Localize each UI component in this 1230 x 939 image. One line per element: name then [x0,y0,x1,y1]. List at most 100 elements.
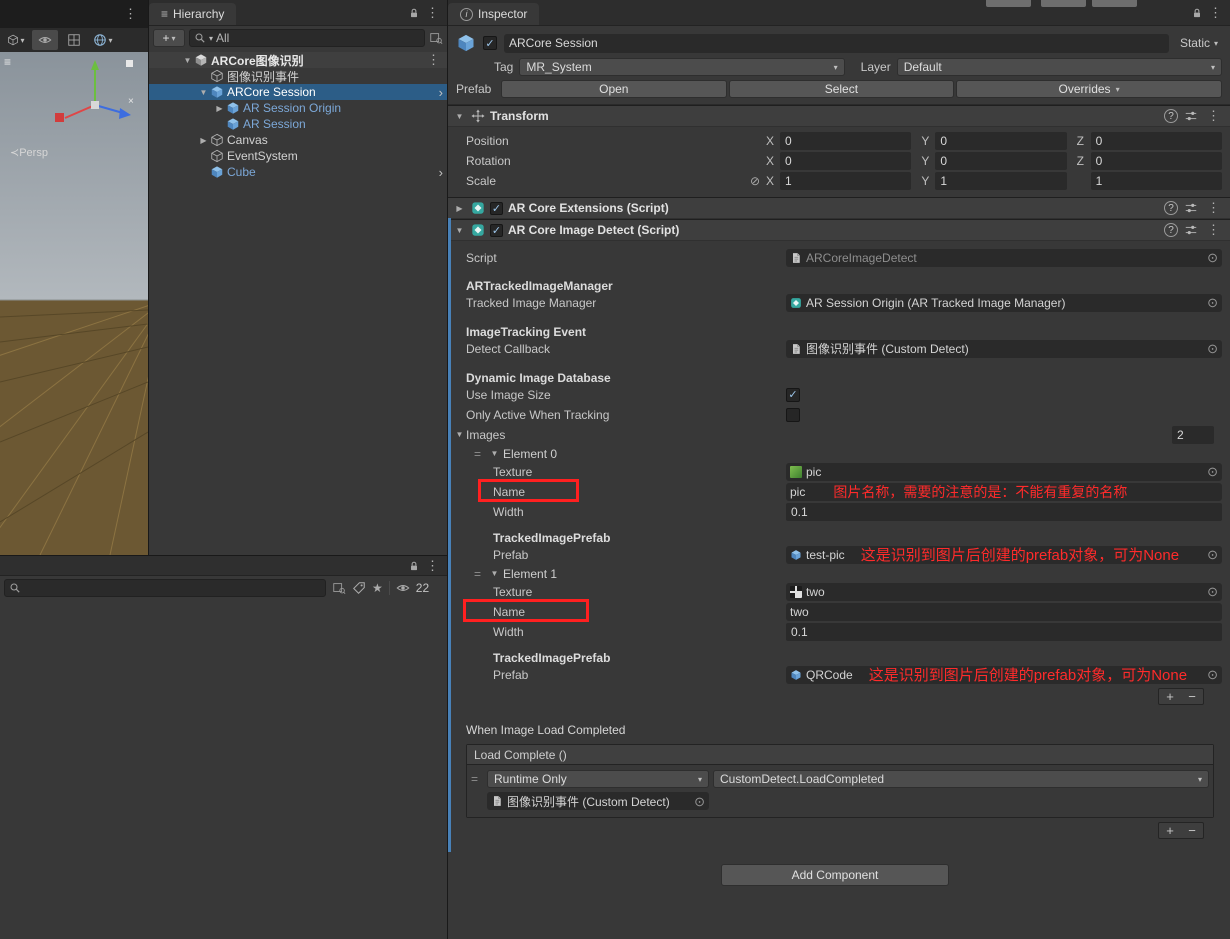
search-by-type-icon[interactable] [332,581,346,595]
foldout-icon[interactable]: ▼ [453,430,466,439]
prefab-field[interactable]: test-pic 这是识别到图片后创建的prefab对象，可为None ⊙ [786,545,1222,564]
scale-x-field[interactable]: 1 [780,172,912,190]
active-checkbox[interactable]: ✓ [483,36,497,50]
component-enabled-checkbox[interactable]: ✓ [490,201,503,215]
images-count-field[interactable]: 2 [1172,425,1214,444]
hierarchy-item[interactable]: ▶ AR Session Origin [149,100,447,116]
label-icon[interactable] [352,581,366,595]
lock-icon[interactable] [1191,7,1203,19]
foldout-icon[interactable]: ▶ [213,104,226,113]
element-0-row[interactable]: = ▼ Element 0 [448,445,1222,462]
event-target-field[interactable]: 图像识别事件 (Custom Detect) ⊙ [487,792,709,810]
static-dropdown[interactable]: Static ▾ [1176,36,1222,50]
texture-field[interactable]: two ⊙ [786,582,1222,601]
hierarchy-item-selected[interactable]: ▼ ARCore Session › [149,84,447,100]
add-component-button[interactable]: Add Component [721,864,949,886]
texture-field[interactable]: pic ⊙ [786,462,1222,481]
gizmo-corner-handle[interactable] [126,60,133,67]
help-icon[interactable]: ? [1164,223,1178,237]
kebab-menu-icon[interactable]: ⋮ [424,52,443,68]
hierarchy-item[interactable]: Cube › [149,164,447,180]
event-mode-dropdown[interactable]: Runtime Only ▾ [487,770,709,788]
kebab-menu-icon[interactable]: ⋮ [423,558,442,574]
layer-dropdown[interactable]: Default ▾ [896,58,1223,76]
kebab-menu-icon[interactable]: ⋮ [1204,222,1223,238]
remove-listener-button[interactable]: − [1181,823,1203,838]
add-listener-button[interactable]: + [1159,823,1181,838]
drag-handle-icon[interactable]: = [471,772,483,786]
name-field[interactable]: pic 图片名称，需要的注意的是：不能有重复的名称 [786,482,1222,501]
cropped-toolbar-button[interactable] [986,0,1031,7]
rotation-x-field[interactable]: 0 [780,152,912,170]
add-element-button[interactable]: + [1159,689,1181,704]
close-icon[interactable]: × [128,96,134,107]
foldout-icon[interactable]: ▶ [197,136,210,145]
constrain-proportions-icon[interactable]: ⊘ [750,174,766,188]
rotation-z-field[interactable]: 0 [1090,152,1222,170]
position-x-field[interactable]: 0 [780,132,912,150]
prefab-field[interactable]: QRCode 这是识别到图片后创建的prefab对象，可为None ⊙ [786,665,1222,684]
lock-icon[interactable] [408,560,420,572]
width-field[interactable]: 0.1 [786,502,1222,521]
object-picker-icon[interactable]: ⊙ [1207,465,1218,478]
presets-icon[interactable] [1184,109,1198,123]
grid-toggle-button[interactable] [61,30,87,50]
hierarchy-item[interactable]: EventSystem [149,148,447,164]
cropped-toolbar-button[interactable] [1041,0,1086,7]
foldout-icon[interactable]: ▼ [453,226,466,235]
gizmos-dropdown-button[interactable]: ▾ [90,30,116,50]
foldout-icon[interactable]: ▼ [181,56,194,65]
object-picker-icon[interactable]: ⊙ [1207,585,1218,598]
name-field[interactable]: two [786,602,1222,621]
use-image-size-checkbox[interactable]: ✓ [786,387,800,402]
hierarchy-scene-row[interactable]: ▼ ARCore图像识别 ⋮ [149,52,447,68]
prefab-open-arrow-icon[interactable]: › [439,85,443,100]
foldout-icon[interactable]: ▼ [488,569,501,578]
arcore-image-detect-component-header[interactable]: ▼ ✓ AR Core Image Detect (Script) ? ⋮ [448,219,1230,241]
object-picker-icon[interactable]: ⊙ [1207,548,1218,561]
object-picker-icon[interactable]: ⊙ [1207,668,1218,681]
hierarchy-item[interactable]: 图像识别事件 [149,68,447,84]
prefab-open-button[interactable]: Open [501,80,727,98]
kebab-menu-icon[interactable]: ⋮ [1204,108,1223,124]
event-function-dropdown[interactable]: CustomDetect.LoadCompleted ▾ [713,770,1209,788]
hierarchy-item[interactable]: ▶ Canvas [149,132,447,148]
search-picker-icon[interactable] [429,31,443,45]
tag-dropdown[interactable]: MR_System ▾ [519,58,845,76]
arcore-extensions-component-header[interactable]: ▶ ✓ AR Core Extensions (Script) ? ⋮ [448,197,1230,219]
element-1-row[interactable]: = ▼ Element 1 [448,565,1222,582]
search-filter-arrow-icon[interactable]: ▾ [209,34,213,43]
kebab-menu-icon[interactable]: ⋮ [121,6,140,22]
tab-hierarchy[interactable]: ≡ Hierarchy [149,3,237,25]
detect-callback-field[interactable]: 图像识别事件 (Custom Detect) ⊙ [786,339,1222,358]
visibility-eye-icon[interactable] [396,581,410,595]
scene-view[interactable]: ≡ × ≺Persp [0,52,166,556]
perspective-label[interactable]: ≺Persp [10,147,48,159]
drag-handle-icon[interactable]: = [474,567,486,581]
foldout-icon[interactable]: ▼ [197,88,210,97]
menu-icon[interactable]: ≡ [4,55,11,69]
foldout-icon[interactable]: ▶ [453,204,466,213]
only-active-checkbox[interactable] [786,407,800,422]
tab-inspector[interactable]: i Inspector [448,3,540,25]
kebab-menu-icon[interactable]: ⋮ [1206,5,1225,21]
name-input[interactable]: ARCore Session [504,33,1169,53]
prefab-select-button[interactable]: Select [728,80,955,98]
project-search-input[interactable] [4,579,326,597]
hierarchy-item[interactable]: AR Session [149,116,447,132]
object-picker-icon[interactable]: ⊙ [694,795,705,808]
object-picker-icon[interactable]: ⊙ [1207,296,1218,309]
drag-handle-icon[interactable]: = [474,447,486,461]
favorite-star-icon[interactable]: ★ [372,581,383,595]
presets-icon[interactable] [1184,223,1198,237]
kebab-menu-icon[interactable]: ⋮ [423,5,442,21]
hierarchy-search-input[interactable]: ▾ All [189,29,425,47]
foldout-icon[interactable]: ▼ [453,112,466,121]
foldout-icon[interactable]: ▼ [488,449,501,458]
rotation-y-field[interactable]: 0 [935,152,1067,170]
script-object-field[interactable]: ARCoreImageDetect ⊙ [786,248,1222,267]
object-picker-icon[interactable]: ⊙ [1207,251,1218,264]
scale-y-field[interactable]: 1 [935,172,1067,190]
position-z-field[interactable]: 0 [1090,132,1222,150]
prefab-overrides-button[interactable]: Overrides ▾ [956,80,1222,98]
